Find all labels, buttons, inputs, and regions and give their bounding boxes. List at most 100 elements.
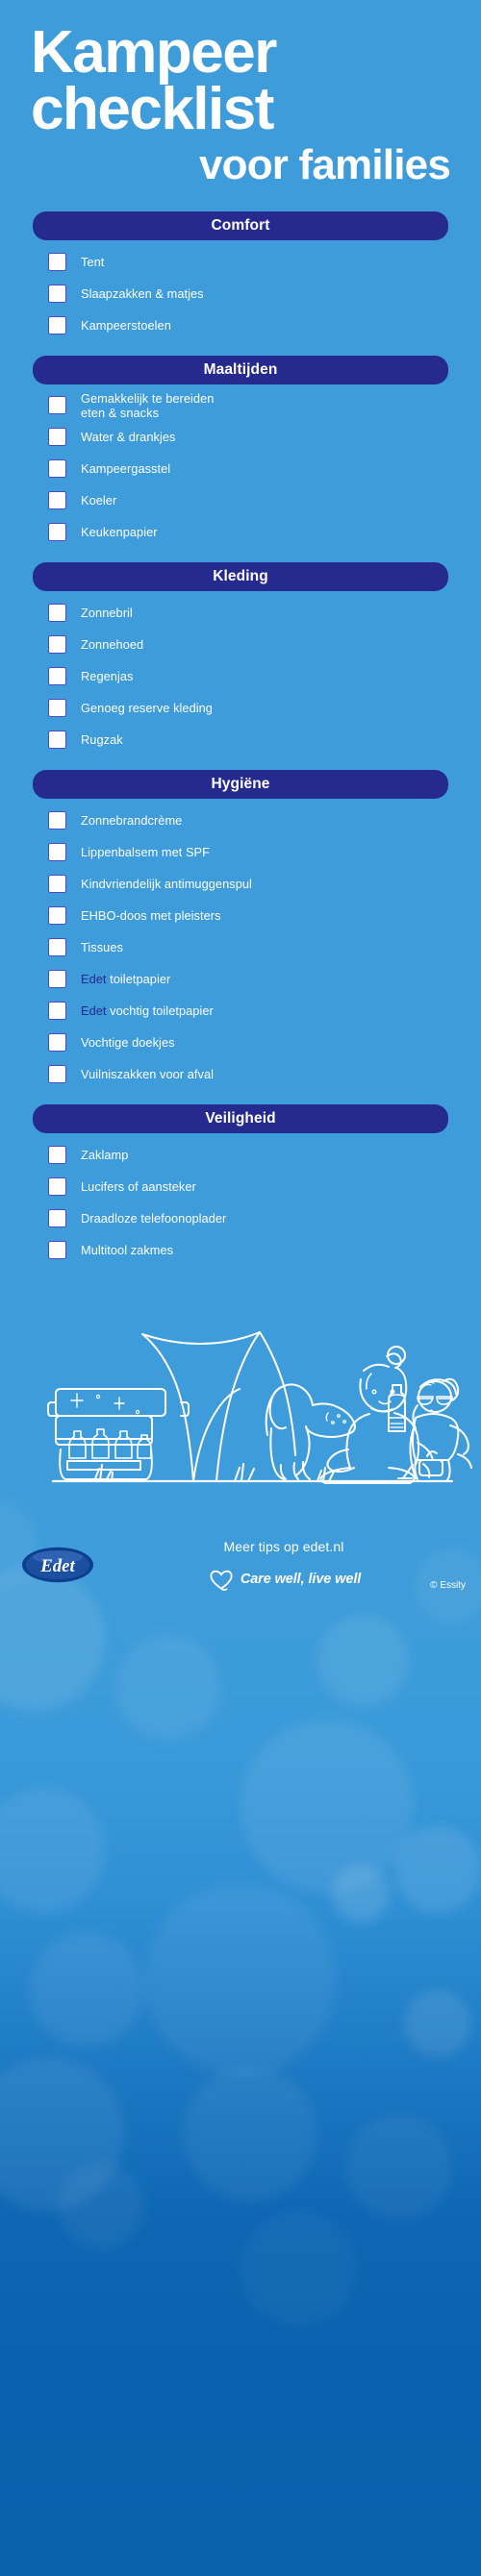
checklist-item[interactable]: Tissues bbox=[48, 931, 448, 963]
checklist-item-label: EHBO-doos met pleisters bbox=[81, 907, 221, 923]
checklist-item[interactable]: Kampeerstoelen bbox=[48, 310, 448, 341]
checklist-item[interactable]: Vochtige doekjes bbox=[48, 1027, 448, 1058]
footer-tips: Meer tips op edet.nl bbox=[223, 1538, 344, 1554]
checklist-item-label: Slaapzakken & matjes bbox=[81, 285, 204, 301]
checklist-item[interactable]: Koeler bbox=[48, 484, 448, 516]
checklist-item[interactable]: EHBO-doos met pleisters bbox=[48, 900, 448, 931]
section-header: Comfort bbox=[33, 211, 448, 240]
checkbox-icon[interactable] bbox=[48, 842, 66, 861]
footer-tagline: Care well, live well bbox=[240, 1571, 362, 1587]
checklist-item-label: Gemakkelijk te bereiden eten & snacks bbox=[81, 390, 215, 420]
checklist-item[interactable]: Genoeg reserve kleding bbox=[48, 692, 448, 724]
section-hygine: Hygiëne Zonnebrandcrème Lippenbalsem met S… bbox=[0, 769, 481, 1090]
section-header: Kleding bbox=[33, 561, 448, 591]
checkbox-icon[interactable] bbox=[48, 315, 66, 334]
checkbox-icon[interactable] bbox=[48, 698, 66, 717]
checklist-item-label: Lucifers of aansteker bbox=[81, 1178, 196, 1194]
checklist-item[interactable]: Zonnehoed bbox=[48, 629, 448, 660]
checkbox-icon[interactable] bbox=[48, 969, 66, 988]
checklist-item-label: Rugzak bbox=[81, 731, 123, 747]
title-line-1: Kampeer bbox=[31, 19, 277, 86]
checkbox-icon[interactable] bbox=[48, 937, 66, 956]
checkbox-icon[interactable] bbox=[48, 810, 66, 830]
section-maaltijden: Maaltijden Gemakkelijk te bereiden eten &… bbox=[0, 355, 481, 548]
checkbox-icon[interactable] bbox=[48, 396, 66, 415]
checklist-item[interactable]: Zonnebril bbox=[48, 597, 448, 629]
checklist-item[interactable]: Vuilniszakken voor afval bbox=[48, 1058, 448, 1090]
checkbox-icon[interactable] bbox=[48, 284, 66, 303]
page-title: Kampeer checklist voor families bbox=[0, 0, 481, 191]
checklist-item-label: Multitool zakmes bbox=[81, 1242, 174, 1257]
checklist-item[interactable]: Zonnebrandcrème bbox=[48, 805, 448, 836]
checkbox-icon[interactable] bbox=[48, 458, 66, 478]
checkbox-icon[interactable] bbox=[48, 1001, 66, 1020]
checklist-item-label: Zonnebrandcrème bbox=[81, 812, 183, 828]
checklist-item-label: Edet vochtig toiletpapier bbox=[81, 1003, 214, 1018]
checkbox-icon[interactable] bbox=[48, 1240, 66, 1259]
checklist-item-label: Kampeerstoelen bbox=[81, 317, 171, 333]
checklist-items: Zonnebrandcrème Lippenbalsem met SPF Kindv… bbox=[33, 805, 448, 1090]
checkbox-icon[interactable] bbox=[48, 603, 66, 622]
section-veiligheid: Veiligheid Zaklamp Lucifers of aansteker Dr… bbox=[0, 1103, 481, 1266]
checkbox-icon[interactable] bbox=[48, 1064, 66, 1083]
checkbox-icon[interactable] bbox=[48, 666, 66, 685]
checkbox-icon[interactable] bbox=[48, 1145, 66, 1164]
checklist-item[interactable]: Keukenpapier bbox=[48, 516, 448, 548]
checkbox-icon[interactable] bbox=[48, 252, 66, 271]
checklist-item[interactable]: Draadloze telefoonoplader bbox=[48, 1202, 448, 1234]
checklist-item[interactable]: Multitool zakmes bbox=[48, 1234, 448, 1266]
checkbox-icon[interactable] bbox=[48, 522, 66, 541]
checklist-item[interactable]: Slaapzakken & matjes bbox=[48, 278, 448, 310]
checklist-item-label: Kampeergasstel bbox=[81, 460, 171, 476]
checklist-item[interactable]: Kampeergasstel bbox=[48, 453, 448, 484]
checklist-items: Zaklamp Lucifers of aansteker Draadloze te… bbox=[33, 1139, 448, 1266]
heart-icon bbox=[210, 1570, 233, 1591]
checklist-items: Gemakkelijk te bereiden eten & snacks Wat… bbox=[33, 390, 448, 548]
checkbox-icon[interactable] bbox=[48, 905, 66, 925]
checkbox-icon[interactable] bbox=[48, 874, 66, 893]
title-line-2: checklist bbox=[31, 75, 274, 142]
brand-name: Edet bbox=[81, 971, 107, 986]
checkbox-icon[interactable] bbox=[48, 1032, 66, 1052]
footer: Edet Meer tips op edet.nl Care well, liv… bbox=[0, 1507, 481, 1622]
checklist-item[interactable]: Edet vochtig toiletpapier bbox=[48, 995, 448, 1027]
checklist-items: Tent Slaapzakken & matjes Kampeerstoelen bbox=[33, 246, 448, 341]
checklist-item[interactable]: Lucifers of aansteker bbox=[48, 1171, 448, 1202]
checkbox-icon[interactable] bbox=[48, 490, 66, 509]
checklist-item[interactable]: Zaklamp bbox=[48, 1139, 448, 1171]
checklist-item-label: Draadloze telefoonoplader bbox=[81, 1210, 227, 1226]
checklist-item-label: Edet toiletpapier bbox=[81, 972, 170, 986]
copyright: © Essity bbox=[430, 1579, 466, 1591]
checklist-item-label: Koeler bbox=[81, 492, 117, 508]
checklist-item[interactable]: Rugzak bbox=[48, 724, 448, 755]
checklist-item[interactable]: Gemakkelijk te bereiden eten & snacks bbox=[48, 390, 448, 421]
checklist-item-label: Genoeg reserve kleding bbox=[81, 700, 213, 715]
checklist-item-label: Vochtige doekjes bbox=[81, 1034, 175, 1050]
checklist-item[interactable]: Regenjas bbox=[48, 660, 448, 692]
checklist-item[interactable]: Water & drankjes bbox=[48, 421, 448, 453]
checklist-item[interactable]: Lippenbalsem met SPF bbox=[48, 836, 448, 868]
checklist-item[interactable]: Kindvriendelijk antimuggenspul bbox=[48, 868, 448, 900]
checklist-item[interactable]: Edet toiletpapier bbox=[48, 963, 448, 995]
checkbox-icon[interactable] bbox=[48, 1208, 66, 1227]
section-comfort: Comfort Tent Slaapzakken & matjes Kampeerst… bbox=[0, 211, 481, 341]
checkbox-icon[interactable] bbox=[48, 427, 66, 446]
checklist-item-text-main: toiletpapier bbox=[110, 971, 171, 986]
checklist-sections: Comfort Tent Slaapzakken & matjes Kampeerst… bbox=[0, 211, 481, 1280]
checkbox-icon[interactable] bbox=[48, 730, 66, 749]
checklist-item-label: Vuilniszakken voor afval bbox=[81, 1066, 215, 1081]
section-header: Hygiëne bbox=[33, 769, 448, 799]
checklist-item-label: Lippenbalsem met SPF bbox=[81, 844, 211, 859]
checklist-item-label: Regenjas bbox=[81, 668, 134, 683]
checkbox-icon[interactable] bbox=[48, 1177, 66, 1196]
checklist-item-label: Zonnehoed bbox=[81, 636, 144, 652]
checklist-item[interactable]: Tent bbox=[48, 246, 448, 278]
checkbox-icon[interactable] bbox=[48, 634, 66, 654]
camping-illustration bbox=[47, 1330, 472, 1484]
edet-logo[interactable]: Edet bbox=[21, 1546, 94, 1584]
checklist-item-label: Zaklamp bbox=[81, 1147, 129, 1162]
checklist-item-label: Tissues bbox=[81, 939, 123, 954]
